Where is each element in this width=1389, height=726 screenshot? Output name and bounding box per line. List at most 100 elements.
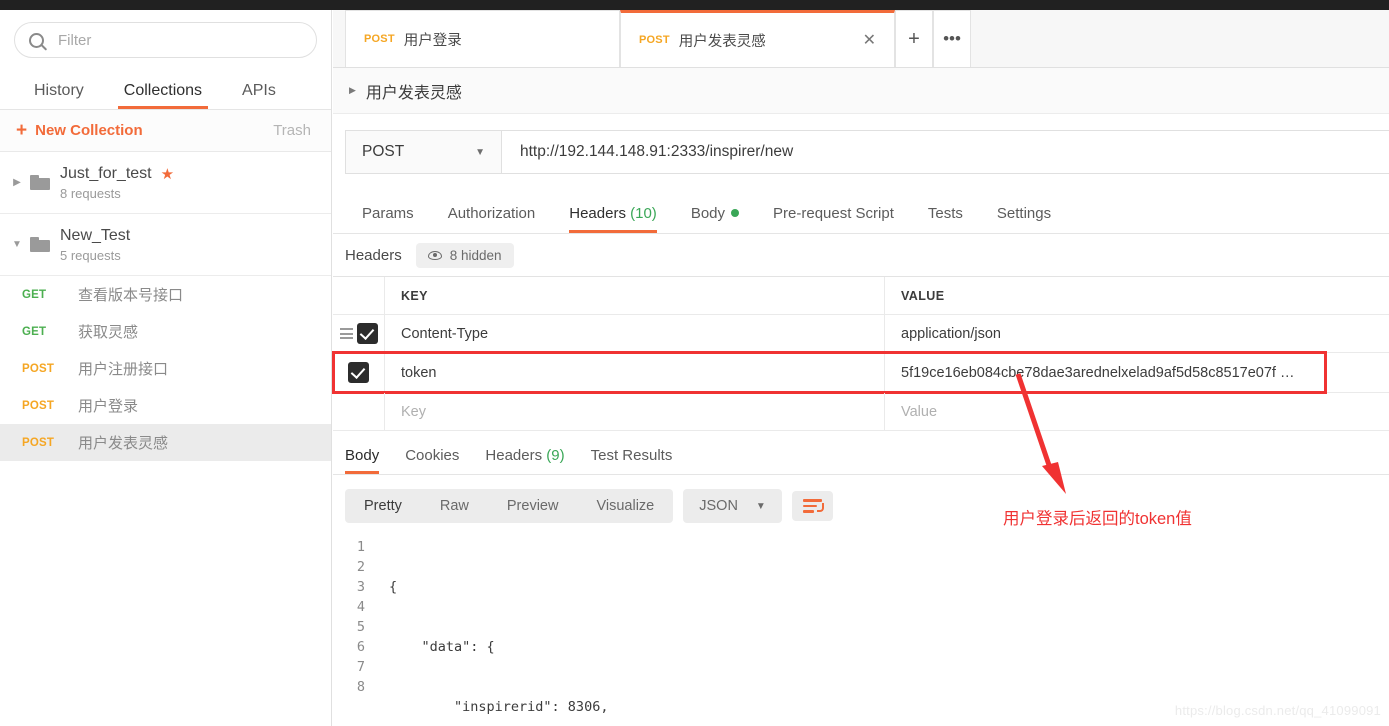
headers-table: KEY VALUE Content-Type application/json … — [332, 276, 1389, 431]
filter-container: Filter — [0, 10, 331, 68]
more-options-icon[interactable]: ••• — [933, 10, 971, 67]
tab-test-results[interactable]: Test Results — [578, 447, 686, 474]
line-number: 2 — [356, 559, 365, 575]
row-controls — [333, 315, 385, 352]
tab-label: 用户登录 — [403, 32, 462, 49]
chevron-down-icon[interactable]: ▼ — [10, 239, 24, 250]
view-mode-visualize[interactable]: Visualize — [577, 489, 673, 523]
tab-tests[interactable]: Tests — [911, 205, 980, 233]
hidden-headers-toggle[interactable]: 8 hidden — [415, 242, 514, 268]
view-mode-raw[interactable]: Raw — [421, 489, 488, 523]
watermark: https://blog.csdn.net/qq_41099091 — [1174, 703, 1381, 718]
url-row: POST ▼ http://192.144.148.91:2333/inspir… — [345, 130, 1389, 174]
tab-apis[interactable]: APIs — [222, 82, 296, 109]
annotation-label: 用户登录后返回的token值 — [1003, 510, 1192, 528]
request-method-badge: POST — [22, 362, 55, 375]
tab-authorization[interactable]: Authorization — [431, 205, 553, 233]
new-tab-button[interactable]: + — [895, 10, 933, 67]
url-input[interactable]: http://192.144.148.91:2333/inspirer/new — [502, 131, 1389, 173]
code-lines[interactable]: { "data": { "inspirerid": 8306, "status"… — [381, 537, 608, 726]
tab-response-headers[interactable]: Headers (9) — [472, 447, 577, 474]
tab-label: Body — [690, 205, 726, 222]
wrap-lines-icon[interactable] — [791, 491, 833, 521]
format-value: JSON — [699, 498, 738, 514]
folder-icon — [30, 237, 50, 252]
headers-toolbar: Headers 8 hidden — [333, 234, 1389, 276]
request-subtabs: Params Authorization Headers (10) Body P… — [333, 190, 1389, 234]
list-item-selected[interactable]: POST 用户发表灵感 — [0, 424, 331, 461]
request-method-badge: GET — [22, 288, 47, 301]
tab-label: Test Results — [590, 447, 673, 464]
table-row[interactable]: Content-Type application/json — [333, 315, 1389, 353]
request-method-badge: POST — [22, 436, 55, 449]
plus-icon: + — [16, 120, 28, 141]
chevron-right-icon[interactable]: ▶ — [349, 85, 356, 96]
header-key-input[interactable]: Key — [385, 393, 885, 430]
request-name: 获取灵感 — [78, 324, 139, 341]
request-name: 查看版本号接口 — [78, 287, 184, 304]
new-collection-label: New Collection — [35, 122, 143, 139]
chevron-down-icon: ▼ — [755, 500, 766, 512]
collection-item-just-for-test[interactable]: ▶ Just_for_test ★ 8 requests — [0, 152, 331, 214]
list-item[interactable]: POST 用户登录 — [0, 387, 331, 424]
headers-label: Headers — [345, 246, 402, 264]
chevron-right-icon[interactable]: ▶ — [10, 177, 24, 188]
header-key-cell[interactable]: Content-Type — [385, 315, 885, 352]
response-format-select[interactable]: JSON ▼ — [683, 489, 782, 523]
header-value-input[interactable]: Value — [885, 393, 1389, 430]
star-icon[interactable]: ★ — [161, 165, 174, 183]
list-item[interactable]: GET 获取灵感 — [0, 313, 331, 350]
tab-pre-request-script[interactable]: Pre-request Script — [756, 205, 911, 233]
view-mode-preview[interactable]: Preview — [488, 489, 578, 523]
tab-method: POST — [364, 33, 395, 45]
trash-button[interactable]: Trash — [273, 122, 311, 139]
tab-headers[interactable]: Headers (10) — [552, 205, 674, 233]
body-indicator-dot — [731, 209, 740, 217]
row-checkbox[interactable] — [356, 323, 378, 344]
tab-label: Cookies — [405, 447, 460, 464]
list-item[interactable]: POST 用户注册接口 — [0, 350, 331, 387]
table-row-empty[interactable]: Key Value — [333, 393, 1389, 431]
search-input[interactable]: Filter — [14, 22, 317, 58]
http-method-select[interactable]: POST ▼ — [346, 131, 502, 173]
search-icon — [29, 32, 44, 48]
row-controls — [333, 353, 385, 392]
tab-settings[interactable]: Settings — [980, 205, 1068, 233]
url-area: POST ▼ http://192.144.148.91:2333/inspir… — [333, 114, 1389, 174]
code-line: "data": { — [389, 639, 495, 655]
request-tab-1[interactable]: POST 用户登录 — [345, 10, 620, 67]
tab-params[interactable]: Params — [345, 205, 431, 233]
view-mode-pretty[interactable]: Pretty — [345, 489, 421, 523]
tab-response-body[interactable]: Body — [333, 447, 392, 474]
folder-icon — [30, 175, 50, 190]
request-name: 用户登录 — [78, 398, 139, 415]
tab-label: Tests — [927, 205, 963, 222]
line-number: 1 — [356, 539, 365, 555]
close-icon[interactable]: ✕ — [845, 30, 876, 50]
table-row-highlighted[interactable]: token 5f19ce16eb084cbe78dae3arednelxelad… — [332, 351, 1389, 394]
list-item[interactable]: GET 查看版本号接口 — [0, 276, 331, 313]
tab-collections[interactable]: Collections — [104, 82, 222, 109]
headers-count: (10) — [630, 205, 657, 222]
collection-name: Just_for_test — [60, 164, 152, 182]
drag-handle-icon[interactable] — [339, 328, 353, 339]
line-number: 7 — [356, 659, 365, 675]
header-value-cell[interactable]: 5f19ce16eb084cbe78dae3arednelxelad9af5d5… — [885, 353, 1389, 392]
request-name: 用户注册接口 — [78, 361, 169, 378]
header-key-cell[interactable]: token — [385, 353, 885, 392]
new-collection-button[interactable]: + New Collection — [16, 121, 143, 140]
header-value-cell[interactable]: application/json — [885, 315, 1389, 352]
eye-icon — [427, 250, 442, 260]
request-name: 用户发表灵感 — [78, 435, 169, 452]
page-title: 用户发表灵感 — [365, 84, 462, 102]
tab-body[interactable]: Body — [674, 205, 756, 233]
tab-history[interactable]: History — [14, 82, 104, 109]
tab-response-cookies[interactable]: Cookies — [392, 447, 472, 474]
tab-label: Params — [362, 205, 414, 222]
collection-item-new-test[interactable]: ▼ New_Test 5 requests — [0, 214, 331, 276]
request-tab-2-active[interactable]: POST 用户发表灵感 ✕ — [620, 10, 895, 67]
tab-label: Pre-request Script — [773, 205, 894, 222]
row-controls — [333, 393, 385, 430]
row-checkbox[interactable] — [348, 362, 369, 383]
new-collection-row: + New Collection Trash — [0, 110, 331, 152]
